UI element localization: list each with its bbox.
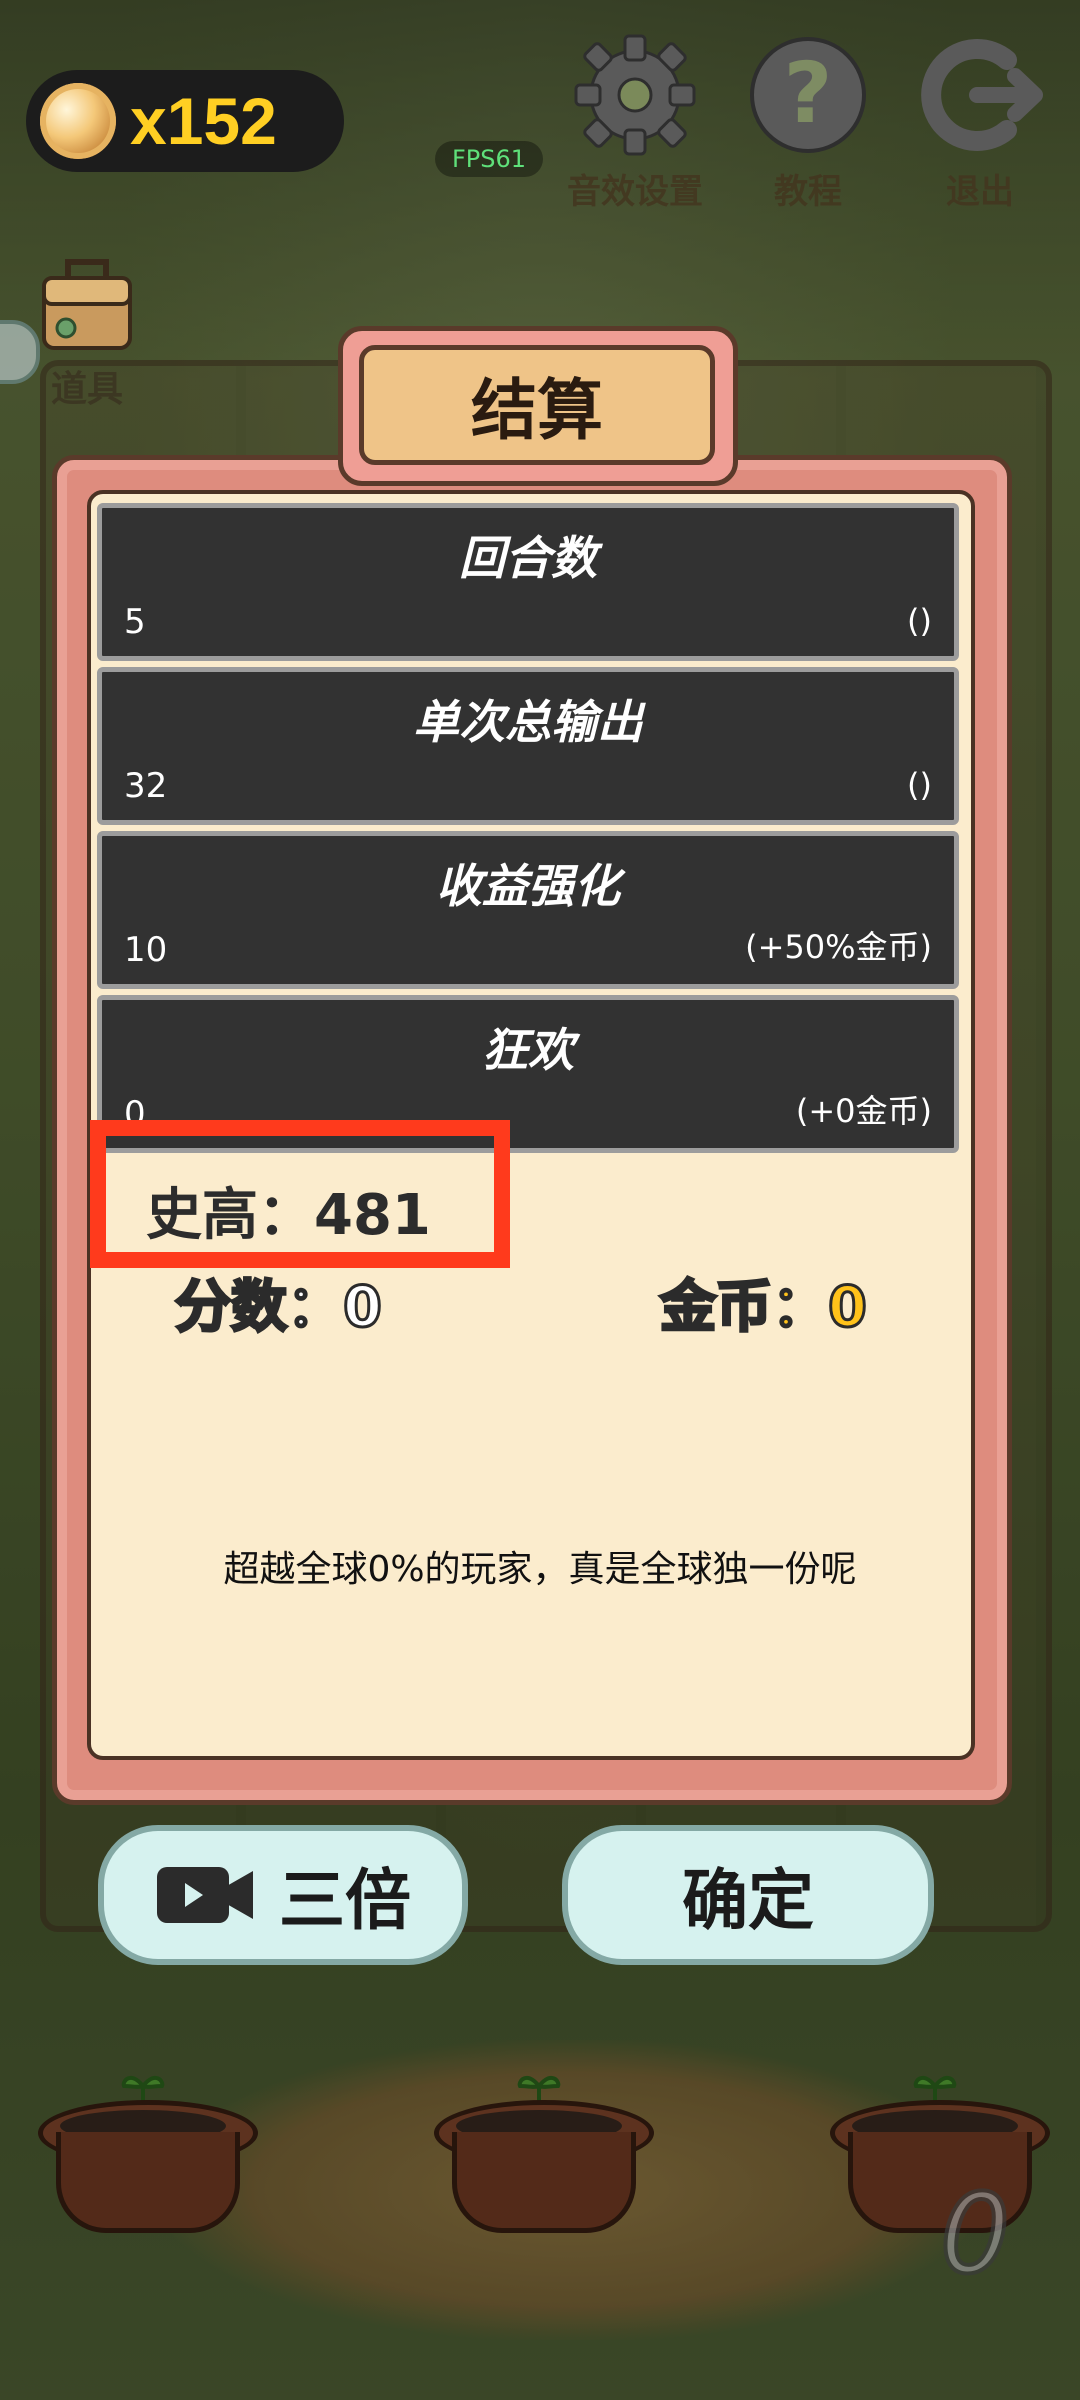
stat-value: 10 xyxy=(124,930,168,970)
confirm-label: 确定 xyxy=(682,1862,814,1939)
stat-row-income-boost: 收益强化 10 (+50%金币) xyxy=(97,831,959,989)
fps-counter: FPS61 xyxy=(435,141,543,177)
stat-title: 回合数 xyxy=(459,531,597,585)
svg-text:?: ? xyxy=(784,44,833,142)
gear-icon xyxy=(574,34,696,156)
result-title: 结算 xyxy=(359,345,715,465)
coin-icon xyxy=(40,83,116,159)
stat-title: 狂欢 xyxy=(482,1023,574,1077)
result-title-tab: 结算 xyxy=(338,326,738,486)
stat-note: () xyxy=(907,602,932,640)
exit-button[interactable]: 退出 xyxy=(895,30,1065,213)
toolbox-icon xyxy=(42,259,132,350)
exit-label: 退出 xyxy=(946,172,1014,212)
stat-note: (+50%金币) xyxy=(745,928,932,966)
stat-value: 32 xyxy=(124,766,168,806)
triple-reward-button[interactable]: 三倍 xyxy=(98,1825,468,1965)
stat-note: () xyxy=(907,766,932,804)
stat-row-rounds: 回合数 5 () xyxy=(97,503,959,661)
confirm-button[interactable]: 确定 xyxy=(562,1825,934,1965)
high-score: 史高：481 xyxy=(146,1183,431,1248)
tutorial-label: 教程 xyxy=(774,172,842,212)
coin-count: x152 xyxy=(130,84,277,158)
sound-settings-button[interactable]: 音效设置 xyxy=(550,30,720,213)
question-icon: ? xyxy=(750,37,866,153)
stat-title: 收益强化 xyxy=(436,859,620,913)
tools-button[interactable]: 道具 xyxy=(32,248,142,412)
sound-settings-label: 音效设置 xyxy=(567,172,703,212)
video-camera-icon xyxy=(157,1867,253,1923)
ranking-message: 超越全球0%的玩家，真是全球独一份呢 xyxy=(223,1549,857,1590)
earned-coins: 金币：0 xyxy=(659,1274,869,1342)
score: 分数：0 xyxy=(174,1274,384,1342)
stat-note: (+0金币) xyxy=(795,1092,932,1130)
coin-counter: x152 xyxy=(26,70,344,172)
tools-label: 道具 xyxy=(50,369,123,410)
tutorial-button[interactable]: ? 教程 xyxy=(723,30,893,213)
triple-label: 三倍 xyxy=(279,1862,411,1939)
stat-title: 单次总输出 xyxy=(413,695,643,749)
stat-row-total-output: 单次总输出 32 () xyxy=(97,667,959,825)
exit-icon xyxy=(921,39,1043,151)
stat-value: 5 xyxy=(124,602,146,642)
